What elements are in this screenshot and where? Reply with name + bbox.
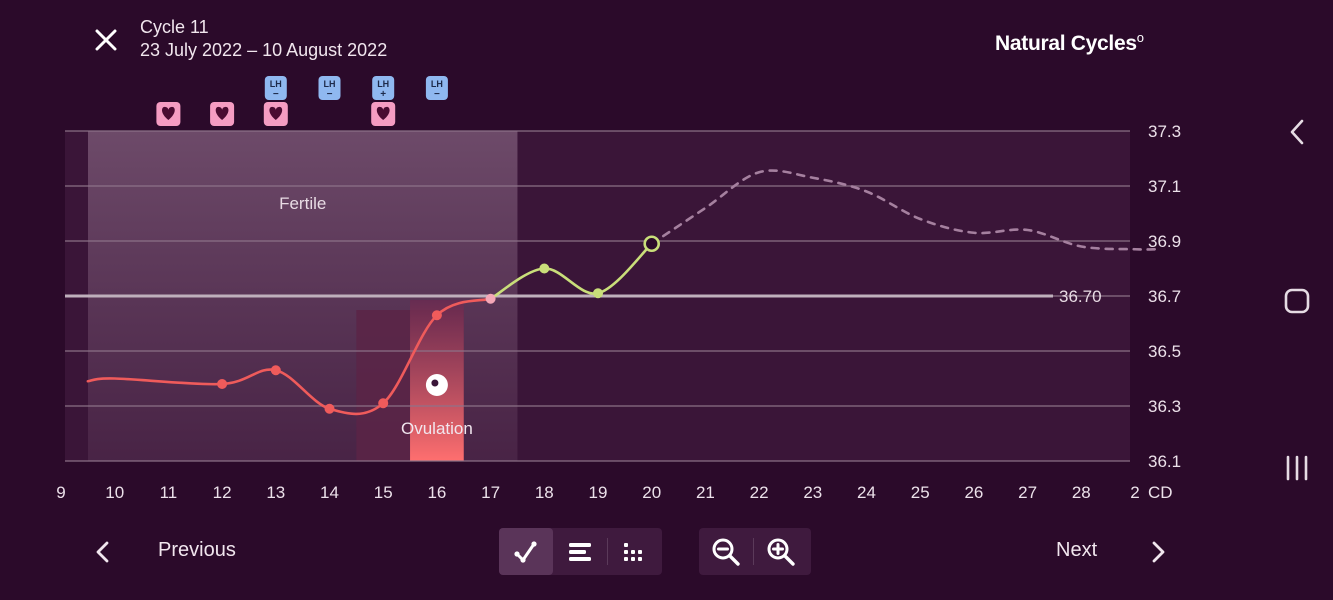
x-tick-label: 26 xyxy=(964,483,983,502)
lh-badge-text: LH xyxy=(270,79,282,89)
x-tick-label: 21 xyxy=(696,483,715,502)
x-tick-label: 20 xyxy=(642,483,661,502)
x-tick-label: 10 xyxy=(105,483,124,502)
temperature-point[interactable] xyxy=(270,365,281,376)
chevron-right-icon xyxy=(1152,541,1165,563)
lh-test-badge[interactable]: LH+ xyxy=(372,76,395,100)
system-home-button[interactable] xyxy=(1270,281,1324,321)
intercourse-badge[interactable] xyxy=(371,102,396,126)
temperature-point[interactable] xyxy=(324,403,335,414)
y-tick-label: 36.9 xyxy=(1148,232,1181,251)
lh-badge-sign: − xyxy=(327,89,333,100)
lh-badge-sign: − xyxy=(273,89,279,100)
zoom-out-button[interactable] xyxy=(699,528,753,575)
chevron-left-icon xyxy=(96,541,109,563)
x-tick-label: 24 xyxy=(857,483,876,502)
x-tick-label: 14 xyxy=(320,483,339,502)
x-tick-label: 17 xyxy=(481,483,500,502)
x-tick-label: 11 xyxy=(160,483,178,502)
y-tick-label: 36.7 xyxy=(1148,287,1181,306)
intercourse-badge[interactable] xyxy=(210,102,235,126)
next-button[interactable]: Next xyxy=(1056,539,1097,562)
x-tick-label: 13 xyxy=(266,483,285,502)
x-tick-label: 28 xyxy=(1072,483,1091,502)
intercourse-badge[interactable] xyxy=(156,102,181,126)
previous-arrow-button[interactable] xyxy=(86,534,118,570)
x-tick-label: 9 xyxy=(56,483,65,502)
x-tick-label: 27 xyxy=(1018,483,1037,502)
x-tick-label: 16 xyxy=(427,483,446,502)
y-tick-label: 36.1 xyxy=(1148,452,1181,471)
x-tick-label: 12 xyxy=(213,483,232,502)
list-view-icon xyxy=(569,542,591,561)
temperature-point[interactable] xyxy=(593,288,603,299)
temperature-chart[interactable]: 36.70 Fertile Ovulation 37.3 37.1 36.9 36.7 3… xyxy=(0,0,1250,510)
list-view-button[interactable] xyxy=(553,528,607,575)
temperature-point[interactable] xyxy=(217,379,228,389)
latest-temperature-point[interactable] xyxy=(643,235,661,253)
x-axis-label: CD xyxy=(1148,483,1173,502)
lh-test-badge[interactable]: LH− xyxy=(425,76,448,100)
lh-test-badge[interactable]: LH− xyxy=(318,76,341,100)
zoom-group xyxy=(699,528,811,575)
graph-view-icon xyxy=(514,540,537,563)
y-tick-label: 37.1 xyxy=(1148,177,1181,196)
x-tick-label: 15 xyxy=(374,483,393,502)
ovulation-egg-core xyxy=(431,379,439,387)
ovulation-label: Ovulation xyxy=(401,419,473,438)
lh-badge-text: LH xyxy=(324,79,336,89)
temperature-point[interactable] xyxy=(485,293,496,304)
next-arrow-button[interactable] xyxy=(1143,534,1175,570)
fertile-label: Fertile xyxy=(279,194,326,213)
calendar-dots-button[interactable] xyxy=(608,528,662,575)
y-tick-label: 36.5 xyxy=(1148,342,1181,361)
lh-badge-text: LH xyxy=(431,79,443,89)
zoom-out-icon xyxy=(712,538,740,566)
lh-badge-sign: − xyxy=(434,89,440,100)
system-back-button[interactable] xyxy=(1270,112,1324,152)
y-tick-label: 37.3 xyxy=(1148,122,1181,141)
lh-badge-text: LH xyxy=(377,79,389,89)
x-tick-label: 18 xyxy=(535,483,554,502)
x-tick-label: 22 xyxy=(750,483,769,502)
zoom-in-icon xyxy=(767,538,795,566)
intercourse-badge[interactable] xyxy=(263,102,288,126)
graph-view-button[interactable] xyxy=(499,528,553,575)
zoom-in-button[interactable] xyxy=(754,528,808,575)
lh-test-badge[interactable]: LH− xyxy=(264,76,287,100)
view-toggle-group xyxy=(499,528,662,575)
temperature-point[interactable] xyxy=(539,263,550,274)
home-icon xyxy=(1284,288,1310,314)
calendar-dots-icon xyxy=(624,542,642,561)
x-tick-label: 2 xyxy=(1130,483,1139,502)
x-tick-label: 19 xyxy=(589,483,608,502)
x-tick-label: 25 xyxy=(911,483,930,502)
x-tick-label: 23 xyxy=(803,483,822,502)
back-chevron-icon xyxy=(1290,119,1304,145)
lh-badge-sign: + xyxy=(380,89,386,100)
system-recents-button[interactable] xyxy=(1270,448,1324,488)
temperature-point[interactable] xyxy=(378,398,389,409)
previous-button[interactable]: Previous xyxy=(158,539,236,562)
temperature-point[interactable] xyxy=(431,310,442,321)
recents-icon xyxy=(1286,455,1308,481)
cover-line-label: 36.70 xyxy=(1059,287,1102,306)
y-tick-label: 36.3 xyxy=(1148,397,1181,416)
